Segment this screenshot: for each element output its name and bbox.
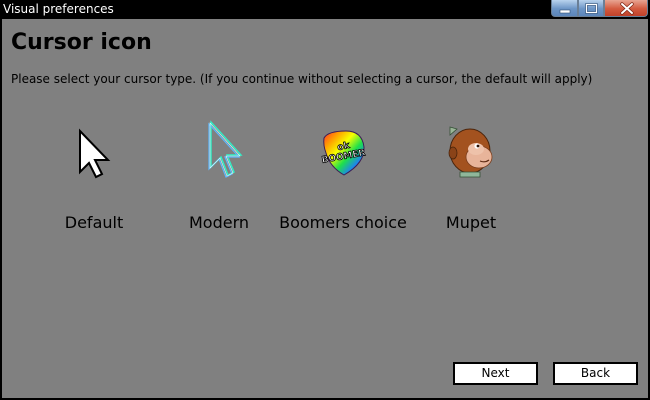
cursor-option-boomers-choice[interactable]: ok BOOMER Boomers choice [278,119,408,244]
arrow-cursor-icon [79,128,111,179]
back-button[interactable]: Back [554,363,637,384]
window-title: Visual preferences [3,2,114,16]
monkey-cursor-icon [448,126,493,178]
title-bar[interactable]: Visual preferences [0,0,650,19]
minimize-button[interactable] [551,0,578,17]
cursor-option-label: Default [64,213,124,232]
maximize-button[interactable] [578,0,604,17]
page-title: Cursor icon [11,30,152,55]
next-button[interactable]: Next [454,363,537,384]
ok-boomer-cursor-icon: ok BOOMER [321,130,367,176]
maximize-icon [585,3,598,14]
cursor-option-modern[interactable]: Modern [154,119,284,244]
close-icon [620,2,634,15]
close-button[interactable] [604,0,648,17]
cursor-option-label: Mupet [445,213,497,232]
outline-arrow-cursor-icon [208,120,243,178]
cursor-option-mupet[interactable]: Mupet [406,119,536,244]
instructions-text: Please select your cursor type. (If you … [11,72,593,86]
cursor-option-label: Boomers choice [279,213,407,232]
minimize-icon [559,9,571,14]
content-area: Cursor icon Please select your cursor ty… [2,19,648,398]
visual-preferences-window: Visual preferences Cursor icon Please se… [0,0,650,400]
cursor-option-label: Modern [188,213,250,232]
cursor-option-default[interactable]: Default [29,119,159,244]
